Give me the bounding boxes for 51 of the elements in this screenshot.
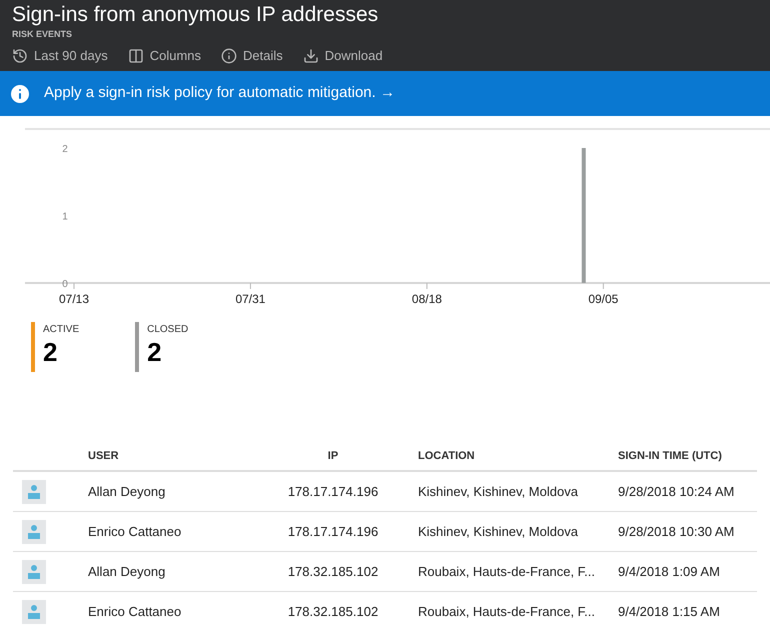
table-cell: 9/4/2018 1:09 AM [618,564,720,579]
table-cell: Enrico Cattaneo [88,604,182,619]
toolbar-button[interactable]: Details [221,46,283,66]
user-icon [22,480,46,504]
table-cell: Roubaix, Hauts-de-France, F... [418,604,596,619]
stat-label: ACTIVE [43,323,80,337]
info-icon [221,48,238,64]
table-cell: 178.32.185.102 [288,604,378,619]
user-icon [22,600,46,624]
user-icon [22,560,46,584]
table-row[interactable]: Enrico Cattaneo 178.32.185.102 Roubaix, Hauts-de-France, F... 9/4/2018 1:15 AM [13,592,757,626]
column-header: LOCATION [418,450,475,462]
table-cell: 9/28/2018 10:24 AM [618,484,734,499]
table-row[interactable]: Allan Deyong 178.17.174.196 Kishinev, Kishinev, Moldova 9/28/2018 10:24 AM [13,472,757,512]
table-cell: Roubaix, Hauts-de-France, F... [418,564,596,579]
y-tick-label: 0 [62,279,68,290]
table-cell: 178.17.174.196 [288,484,378,499]
toolbar-button[interactable]: Download [302,46,383,66]
download-icon [302,48,319,64]
columns-icon [128,48,144,64]
table-cell: 9/28/2018 10:30 AM [618,524,734,539]
stat-value: 2 [147,337,163,367]
table-cell: 9/4/2018 1:15 AM [618,604,720,619]
table-cell: Kishinev, Kishinev, Moldova [418,524,578,539]
column-header: SIGN-IN TIME (UTC) [618,450,722,462]
toolbar-button[interactable]: Columns [128,46,202,66]
y-tick-label: 1 [62,212,68,222]
table-cell: Allan Deyong [88,564,166,579]
column-header: IP [328,450,338,462]
table-cell: Enrico Cattaneo [88,524,182,539]
x-tick-label: 08/18 [412,292,442,306]
banner-text: Apply a sign-in risk policy for automatic mitigation. → [44,83,395,104]
table-cell: Kishinev, Kishinev, Moldova [418,484,578,499]
stat-label: CLOSED [147,323,188,337]
table-cell: Allan Deyong [88,484,166,499]
user-icon [22,520,46,544]
history-icon [12,48,28,64]
x-tick-label: 07/13 [59,292,90,306]
table-row[interactable]: Allan Deyong 178.32.185.102 Roubaix, Hauts-de-France, F... 9/4/2018 1:09 AM [13,552,757,592]
table-cell: 178.17.174.196 [288,524,378,539]
table-row[interactable]: Enrico Cattaneo 178.17.174.196 Kishinev, Kishinev, Moldova 9/28/2018 10:30 AM [13,512,757,552]
page-subtitle: RISK EVENTS [12,28,74,40]
x-tick-label: 09/05 [588,292,618,306]
toolbar-button[interactable]: Last 90 days [12,46,108,66]
info-banner[interactable]: Apply a sign-in risk policy for automatic mitigation. → [0,71,770,116]
y-tick-label: 2 [62,144,68,155]
stat-value: 2 [43,337,58,367]
page-title: Sign-ins from anonymous IP addresses [12,2,380,28]
x-tick-label: 07/31 [235,292,266,306]
table-cell: 178.32.185.102 [288,564,378,579]
column-header: USER [88,450,119,462]
